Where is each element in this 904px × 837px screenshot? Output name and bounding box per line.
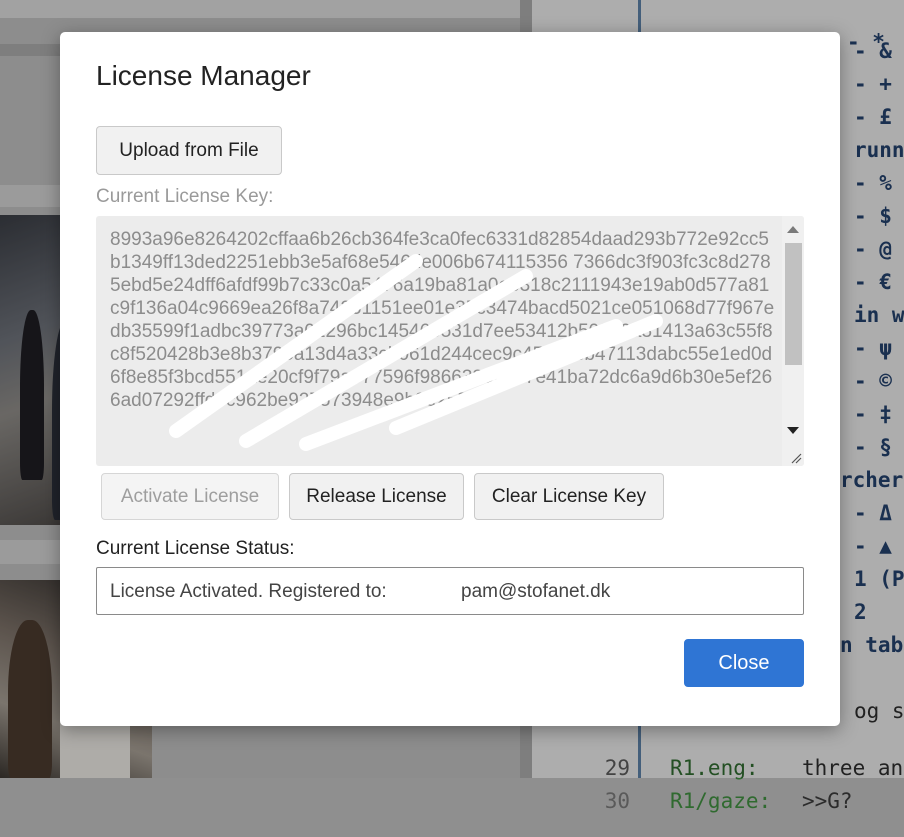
- activate-license-button[interactable]: Activate License: [101, 473, 279, 520]
- resize-grip-icon[interactable]: [790, 452, 802, 464]
- license-key-label: Current License Key:: [96, 186, 274, 207]
- registered-email: pam@stofanet.dk: [461, 581, 611, 602]
- license-status-text: License Activated. Registered to:: [110, 581, 387, 602]
- release-license-button[interactable]: Release License: [289, 473, 464, 520]
- license-status-label: Current License Status:: [96, 538, 295, 559]
- scroll-up-arrow-icon[interactable]: [787, 226, 799, 233]
- close-button[interactable]: Close: [684, 639, 804, 687]
- license-manager-dialog: License Manager Upload from File Current…: [60, 32, 840, 726]
- license-key-text: 8993a96e8264202cffaa6b26cb364fe3ca0fec63…: [110, 229, 775, 411]
- license-key-textarea[interactable]: 8993a96e8264202cffaa6b26cb364fe3ca0fec63…: [96, 216, 804, 466]
- clear-license-key-button[interactable]: Clear License Key: [474, 473, 664, 520]
- upload-from-file-button[interactable]: Upload from File: [96, 126, 282, 175]
- dialog-title: License Manager: [96, 60, 311, 91]
- key-scrollbar[interactable]: [782, 216, 804, 466]
- scroll-thumb[interactable]: [785, 243, 802, 365]
- license-status-field: License Activated. Registered to: pam@st…: [96, 567, 804, 615]
- scroll-down-arrow-icon[interactable]: [787, 427, 799, 434]
